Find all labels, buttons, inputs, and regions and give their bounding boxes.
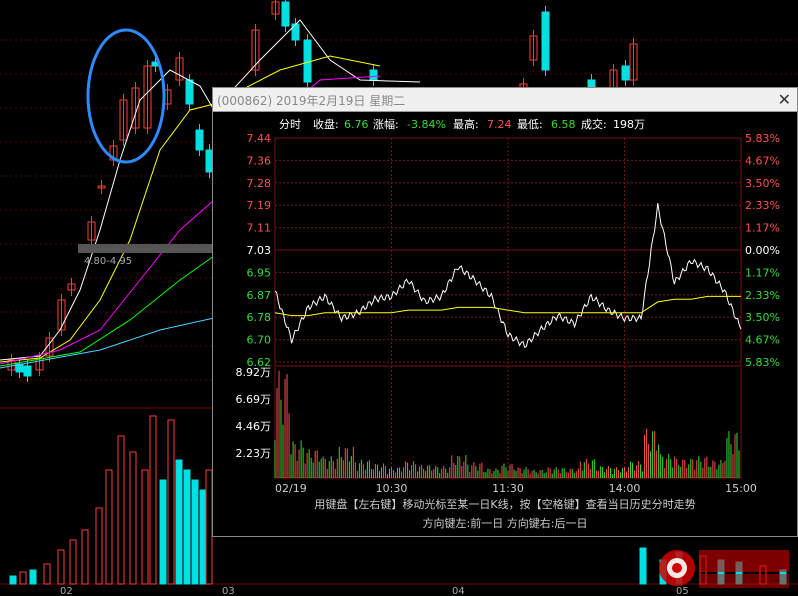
bg-volume-bar <box>19 571 27 585</box>
dialog-title-bar[interactable]: (000862) 2019年2月19日 星期二 ✕ <box>213 88 797 112</box>
watermark-logo <box>659 550 789 588</box>
volume-tick-label: 4.46万 <box>236 420 272 433</box>
bg-volume-bar <box>183 469 191 585</box>
bg-volume-bar <box>141 469 149 585</box>
bg-ma-line <box>0 255 215 367</box>
bg-volume-bar <box>105 469 113 585</box>
x-tick-04: 04 <box>452 586 465 596</box>
y-tick-label: 6.95 <box>247 266 272 279</box>
x-tick-label: 10:30 <box>376 482 408 495</box>
y-tick-label: 7.19 <box>247 199 272 212</box>
dialog-title: (000862) 2019年2月19日 星期二 <box>217 94 406 108</box>
info-close-value: 6.76 <box>344 118 369 131</box>
price-range-label: 4.80-4.95 <box>84 256 132 267</box>
x-tick-03: 03 <box>222 586 235 596</box>
bg-volume-bar <box>69 539 77 585</box>
info-low-value: 6.58 <box>551 118 576 131</box>
info-change-label: 涨幅: <box>373 118 399 131</box>
y-tick-label: 6.78 <box>247 311 272 324</box>
x-tick-02: 02 <box>60 586 73 596</box>
y-tick-label: 7.28 <box>247 177 272 190</box>
bg-volume-bar <box>117 435 125 585</box>
volume-tick-label: 6.69万 <box>236 393 272 406</box>
info-high-value: 7.24 <box>487 118 512 131</box>
bg-volume-bar <box>43 563 51 585</box>
x-tick-label: 15:00 <box>725 482 757 495</box>
volume-tick-label: 2.23万 <box>236 447 272 460</box>
y-tick-label: 6.87 <box>247 289 272 302</box>
info-high-label: 最高: <box>453 117 479 131</box>
bg-volume-bar <box>167 419 175 585</box>
bg-volume-bar <box>9 575 17 585</box>
intraday-chart[interactable]: 分时 收盘: 6.76 涨幅: -3.84% 最高: 7.24 最低: 6.58… <box>213 112 797 536</box>
bg-volume-bar <box>159 479 167 585</box>
bg-volume-bar <box>81 529 89 585</box>
bg-volume-bar <box>57 549 65 585</box>
y-tick-label: 7.44 <box>247 132 272 145</box>
info-low-label: 最低: <box>517 118 543 131</box>
x-tick-label: 14:00 <box>609 482 641 495</box>
close-icon[interactable]: ✕ <box>778 90 791 109</box>
price-range-bar <box>78 244 212 253</box>
info-volume-label: 成交: <box>581 117 607 131</box>
bg-volume-bar <box>149 415 157 585</box>
volume-tick-label: 8.92万 <box>236 366 272 379</box>
y-tick-pct-label: 2.33% <box>745 199 780 212</box>
bg-volume-bar <box>199 489 207 585</box>
info-change-value: -3.84% <box>407 118 446 131</box>
info-fenshi: 分时 <box>279 118 301 131</box>
intraday-dialog[interactable]: (000862) 2019年2月19日 星期二 ✕ 分时 收盘: 6.76 涨幅… <box>212 87 798 537</box>
y-tick-label: 7.03 <box>247 244 272 257</box>
y-tick-pct-label: 1.17% <box>745 222 780 235</box>
y-tick-pct-label: 5.83% <box>745 356 780 369</box>
y-tick-pct-label: 1.17% <box>745 266 780 279</box>
bg-volume-bar <box>639 547 647 585</box>
y-tick-pct-label: 0.00% <box>745 244 780 257</box>
info-bar: 分时 收盘: 6.76 涨幅: -3.84% 最高: 7.24 最低: 6.58… <box>279 117 645 131</box>
info-close-label: 收盘: <box>313 117 339 131</box>
x-tick-label: 11:30 <box>492 482 524 495</box>
y-tick-pct-label: 2.33% <box>745 289 780 302</box>
help-text-1: 用键盘【左右键】移动光标至某一日K线，按【空格键】查看当日历史分时走势 <box>314 497 695 511</box>
y-tick-label: 7.36 <box>247 154 272 167</box>
y-tick-pct-label: 4.67% <box>745 334 780 347</box>
x-tick-label: 02/19 <box>275 482 307 495</box>
y-tick-pct-label: 3.50% <box>745 311 780 324</box>
y-tick-label: 7.11 <box>247 222 272 235</box>
y-tick-pct-label: 3.50% <box>745 177 780 190</box>
y-tick-pct-label: 4.67% <box>745 154 780 167</box>
bg-volume-bar <box>191 479 199 585</box>
y-tick-label: 6.70 <box>247 334 272 347</box>
bg-volume-bar <box>95 507 103 585</box>
bg-volume-bar <box>175 459 183 585</box>
bg-volume-bar <box>29 569 37 585</box>
info-volume-value: 198万 <box>613 118 645 131</box>
help-text-2: 方向键左:前一日 方向键右:后一日 <box>423 516 588 530</box>
bg-volume-bar <box>129 451 137 585</box>
y-tick-pct-label: 5.83% <box>745 132 780 145</box>
